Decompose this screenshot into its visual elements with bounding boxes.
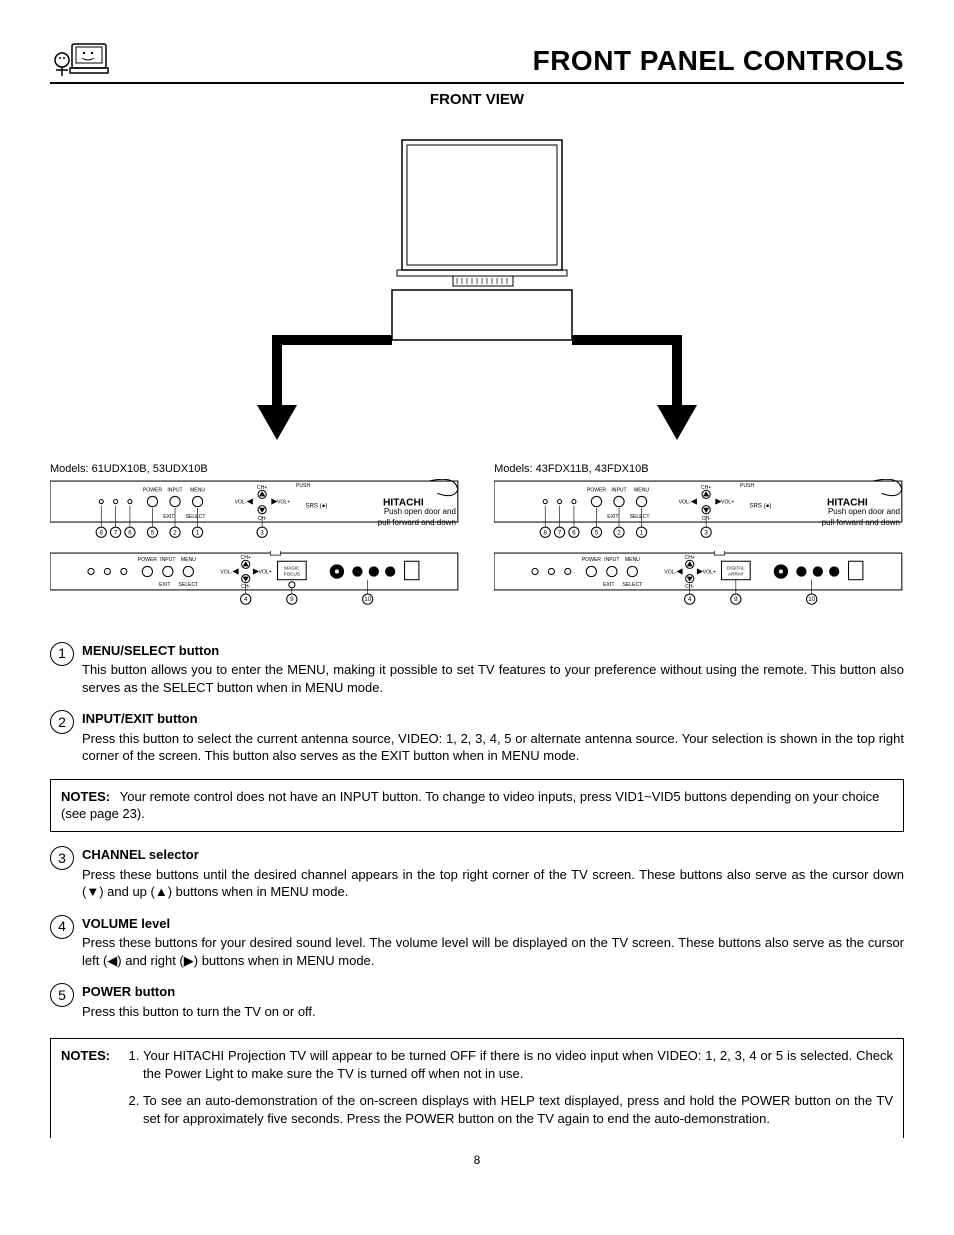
notes-label: NOTES:: [61, 1047, 123, 1065]
svg-text:DIGITAL: DIGITAL: [727, 565, 745, 570]
svg-text:7: 7: [558, 529, 562, 536]
notes-label: NOTES:: [61, 789, 110, 804]
notes-text: Your remote control does not have an INP…: [61, 789, 879, 822]
item-desc: Press this button to turn the TV on or o…: [82, 1003, 904, 1021]
svg-text:MENU: MENU: [634, 487, 649, 493]
item-number: 4: [50, 915, 74, 939]
item-4: 4 VOLUME level Press these buttons for y…: [50, 915, 904, 970]
svg-text:6: 6: [128, 529, 132, 536]
svg-text:INPUT: INPUT: [160, 557, 175, 563]
svg-text:4: 4: [688, 596, 692, 603]
svg-text:MENU: MENU: [181, 557, 196, 563]
svg-text:VOL+: VOL+: [277, 500, 290, 506]
svg-text:POWER: POWER: [587, 487, 607, 493]
notes2-item-1: Your HITACHI Projection TV will appear t…: [143, 1047, 893, 1082]
svg-text:5: 5: [595, 529, 599, 536]
item-number: 3: [50, 846, 74, 870]
page-number: 8: [50, 1152, 904, 1168]
item-number: 5: [50, 983, 74, 1007]
svg-text:INPUT: INPUT: [167, 487, 182, 493]
item-number: 1: [50, 642, 74, 666]
item-3: 3 CHANNEL selector Press these buttons u…: [50, 846, 904, 901]
svg-text:10: 10: [364, 596, 371, 603]
svg-text:EXIT: EXIT: [159, 582, 170, 588]
notes-box-2: NOTES: Your HITACHI Projection TV will a…: [50, 1038, 904, 1137]
svg-text:4: 4: [244, 596, 248, 603]
item-2: 2 INPUT/EXIT button Press this button to…: [50, 710, 904, 765]
item-1: 1 MENU/SELECT button This button allows …: [50, 642, 904, 697]
svg-text:10: 10: [808, 596, 815, 603]
item-desc: Press this button to select the current …: [82, 730, 904, 765]
svg-text:VOL-: VOL-: [220, 569, 232, 575]
svg-text:9: 9: [290, 596, 294, 603]
svg-text:7: 7: [114, 529, 118, 536]
item-number: 2: [50, 710, 74, 734]
svg-text:9: 9: [734, 596, 738, 603]
svg-text:5: 5: [151, 529, 155, 536]
svg-text:VOL-: VOL-: [679, 500, 691, 506]
svg-text:2: 2: [617, 529, 621, 536]
svg-text:INPUT: INPUT: [611, 487, 626, 493]
item-title: VOLUME level: [82, 915, 904, 933]
svg-text:8: 8: [100, 529, 104, 536]
svg-text:MENU: MENU: [625, 557, 640, 563]
svg-text:SELECT: SELECT: [178, 582, 198, 588]
svg-text:2: 2: [173, 529, 177, 536]
svg-text:SELECT: SELECT: [622, 582, 642, 588]
svg-text:EXIT: EXIT: [603, 582, 614, 588]
svg-text:3: 3: [260, 529, 264, 536]
item-title: MENU/SELECT button: [82, 642, 904, 660]
item-5: 5 POWER button Press this button to turn…: [50, 983, 904, 1020]
item-title: CHANNEL selector: [82, 846, 904, 864]
notes2-item-2: To see an auto-demonstration of the on-s…: [143, 1092, 893, 1127]
model-label-left: Models: 61UDX10B, 53UDX10B: [50, 462, 460, 477]
item-title: POWER button: [82, 983, 904, 1001]
page-title: FRONT PANEL CONTROLS: [533, 42, 904, 80]
svg-text:MENU: MENU: [190, 487, 205, 493]
section-subheading: FRONT VIEW: [50, 90, 904, 110]
svg-text:VOL-: VOL-: [235, 500, 247, 506]
svg-text:8: 8: [544, 529, 548, 536]
panel-open-left: POWERINPUTMENU EXITSELECT VOL-VOL+ CH+CH…: [50, 551, 460, 607]
svg-text:VOL+: VOL+: [259, 569, 272, 575]
svg-text:6: 6: [572, 529, 576, 536]
tv-front-diagram: [217, 130, 737, 450]
item-title: INPUT/EXIT button: [82, 710, 904, 728]
mascot-logo-icon: [50, 40, 110, 80]
svg-text:1: 1: [640, 529, 644, 536]
panel-open-right: POWERINPUTMENU EXITSELECT VOL-VOL+ CH+CH…: [494, 551, 904, 607]
svg-text:PUSH: PUSH: [296, 483, 311, 489]
svg-text:ARRAY: ARRAY: [728, 571, 744, 576]
svg-text:PUSH: PUSH: [740, 483, 755, 489]
door-note-left: Push open door andpull forward and down: [50, 507, 456, 529]
item-desc: Press these buttons until the desired ch…: [82, 866, 904, 901]
svg-text:POWER: POWER: [138, 557, 158, 563]
item-desc: This button allows you to enter the MENU…: [82, 661, 904, 696]
svg-text:POWER: POWER: [582, 557, 602, 563]
svg-text:1: 1: [196, 529, 200, 536]
model-label-right: Models: 43FDX11B, 43FDX10B: [494, 462, 904, 477]
svg-text:VOL+: VOL+: [703, 569, 716, 575]
item-desc: Press these buttons for your desired sou…: [82, 934, 904, 969]
svg-text:VOL-: VOL-: [664, 569, 676, 575]
door-note-right: Push open door andpull forward and down: [494, 507, 900, 529]
svg-text:INPUT: INPUT: [604, 557, 619, 563]
svg-text:FOCUS: FOCUS: [284, 571, 300, 576]
svg-text:POWER: POWER: [143, 487, 163, 493]
svg-text:VOL+: VOL+: [721, 500, 734, 506]
svg-text:3: 3: [705, 529, 709, 536]
notes-box-1: NOTES: Your remote control does not have…: [50, 779, 904, 832]
svg-text:MAGIC: MAGIC: [284, 565, 300, 570]
